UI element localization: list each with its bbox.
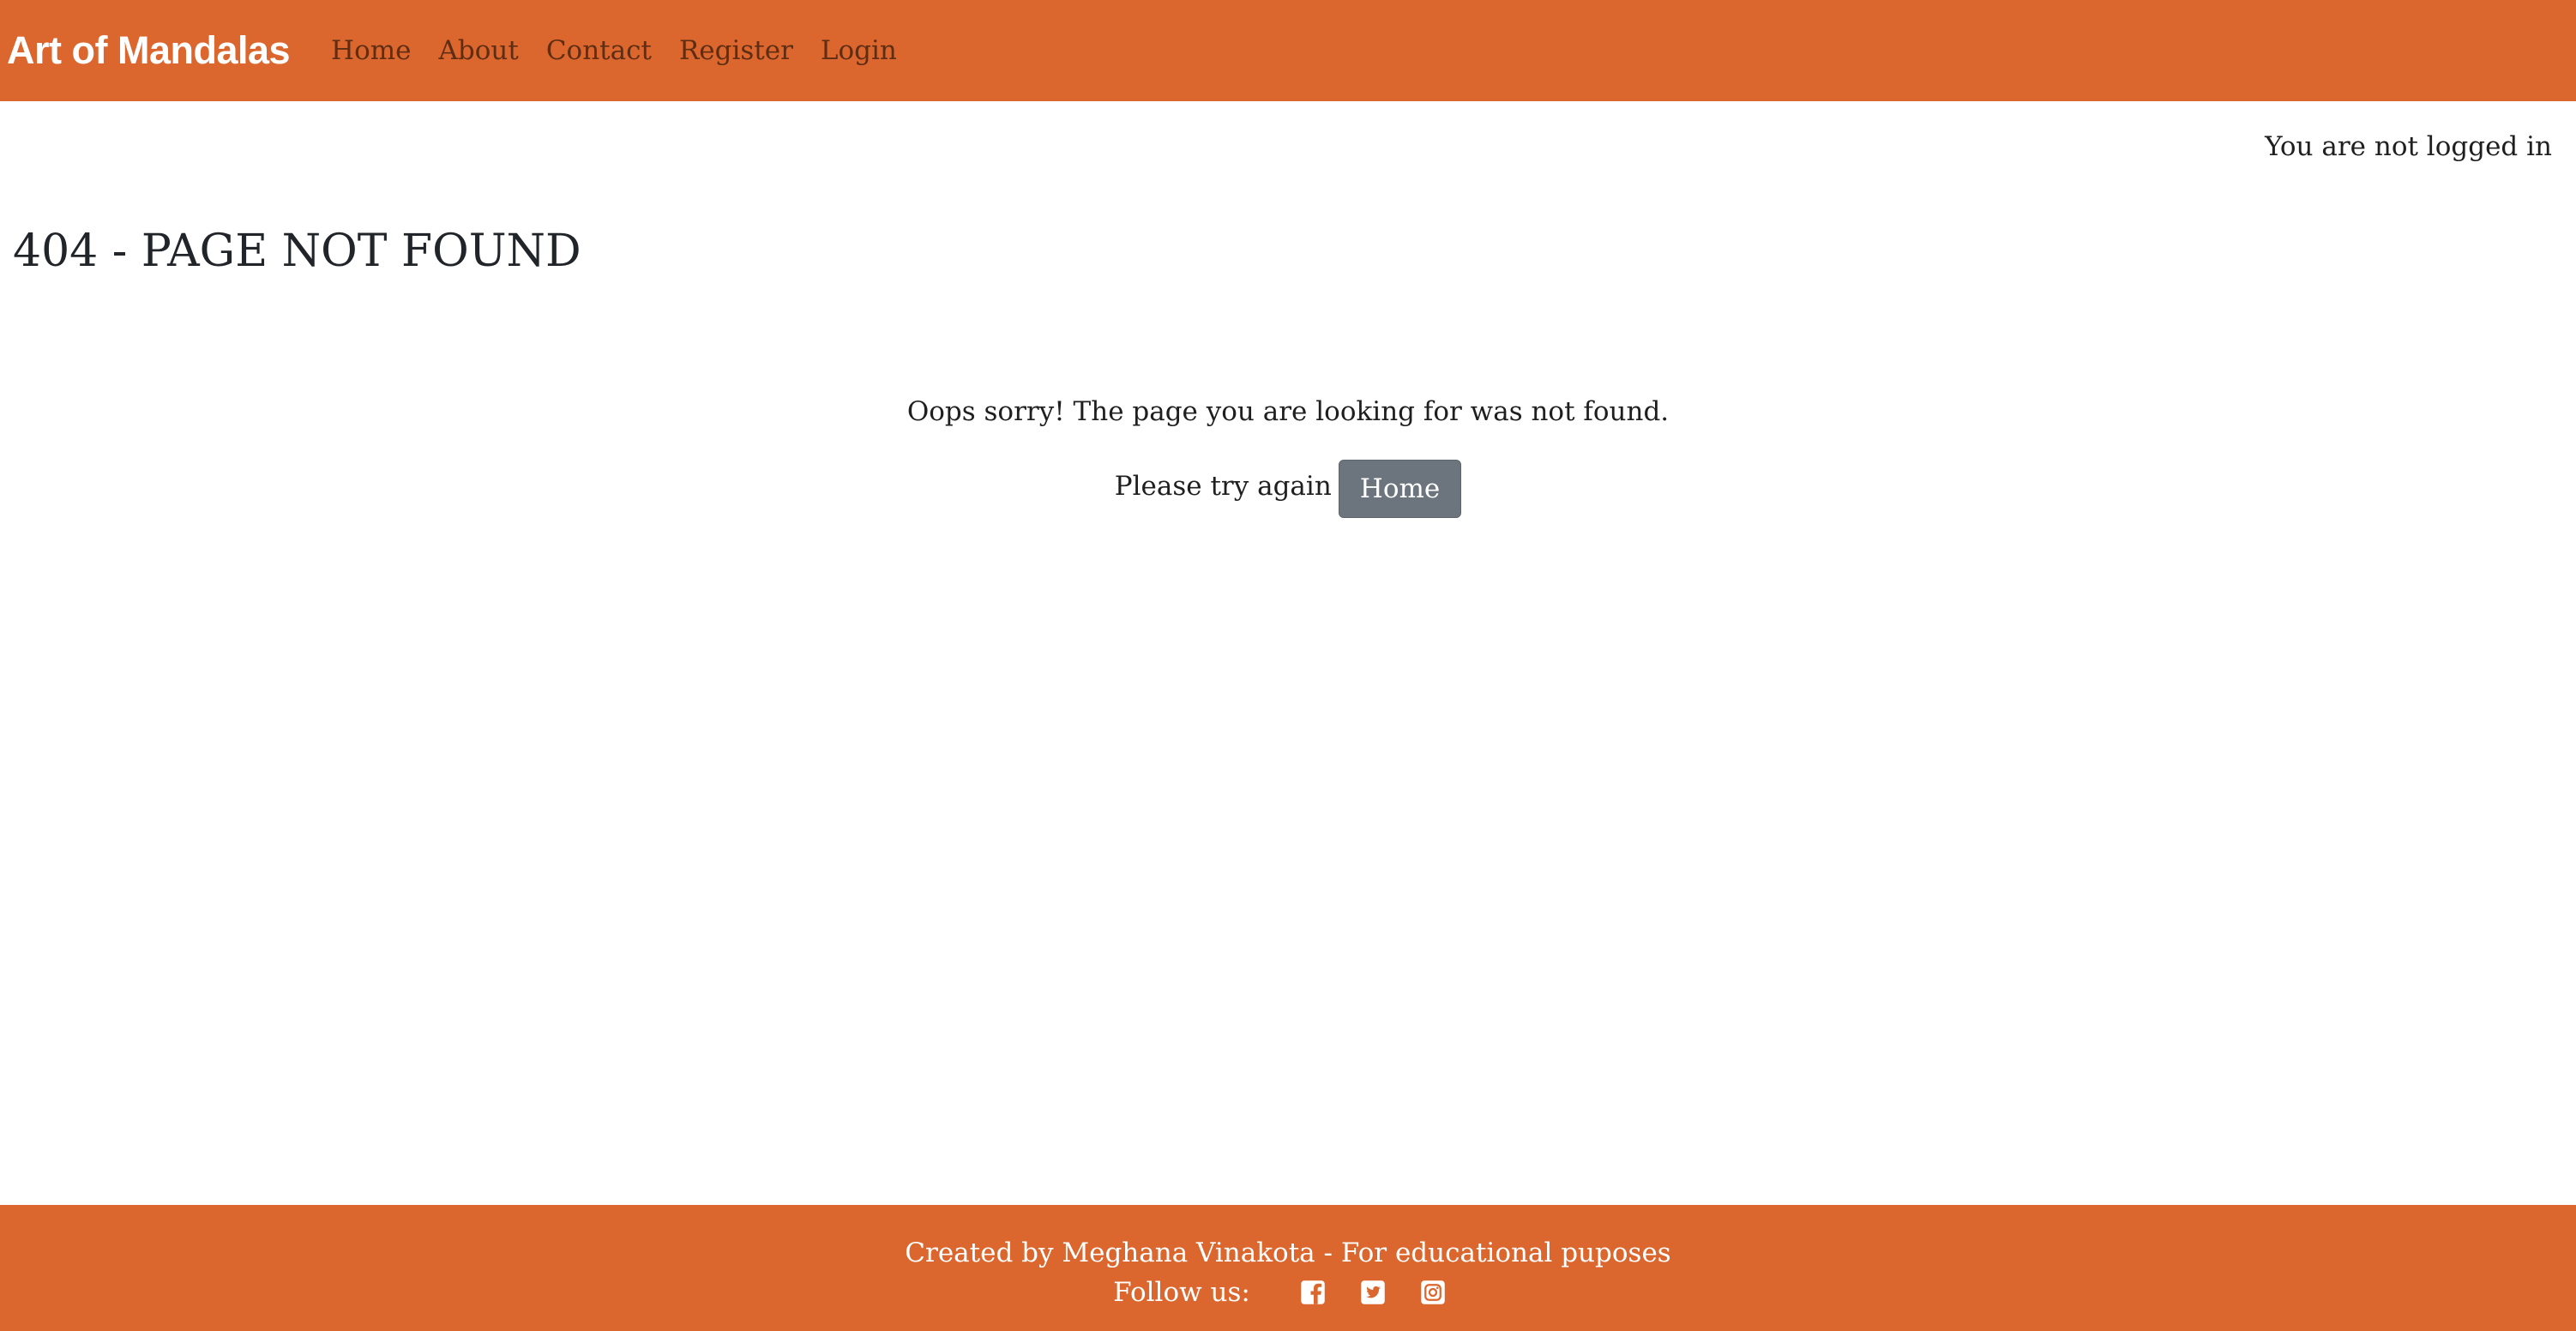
nav-contact[interactable]: Contact <box>546 35 652 66</box>
retry-row: Please try again Home <box>0 460 2576 519</box>
instagram-icon[interactable] <box>1417 1277 1448 1308</box>
nav-login[interactable]: Login <box>821 35 897 66</box>
not-found-message: Oops sorry! The page you are looking for… <box>906 396 1670 427</box>
facebook-icon[interactable] <box>1297 1277 1328 1308</box>
twitter-icon[interactable] <box>1357 1277 1388 1308</box>
nav-home[interactable]: Home <box>331 35 411 66</box>
follow-row: Follow us: <box>0 1277 2576 1308</box>
nav-about[interactable]: About <box>439 35 519 66</box>
nav-links: Home About Contact Register Login <box>331 35 924 66</box>
follow-label: Follow us: <box>1113 1277 1250 1308</box>
footer: Created by Meghana Vinakota - For educat… <box>0 1205 2576 1331</box>
navbar: Art of Mandalas Home About Contact Regis… <box>0 0 2576 101</box>
footer-credit: Created by Meghana Vinakota - For educat… <box>905 1238 1671 1268</box>
home-button[interactable]: Home <box>1338 460 1462 519</box>
retry-text: Please try again <box>1114 471 1332 503</box>
page-title: 404 - PAGE NOT FOUND <box>13 226 581 277</box>
nav-register[interactable]: Register <box>679 35 793 66</box>
login-status: You are not logged in <box>2265 131 2552 162</box>
brand-logo[interactable]: Art of Mandalas <box>7 28 291 73</box>
